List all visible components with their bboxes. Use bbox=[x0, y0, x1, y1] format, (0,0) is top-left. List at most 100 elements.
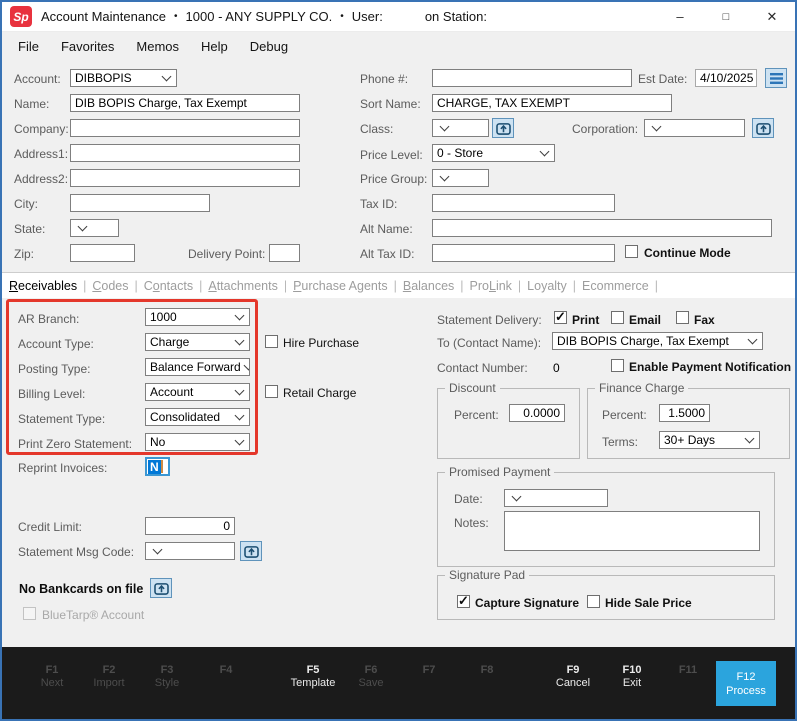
retail-charge-checkbox[interactable] bbox=[265, 385, 278, 398]
est-date-label: Est Date: bbox=[638, 72, 687, 86]
tab-contacts[interactable]: Contacts bbox=[144, 279, 209, 293]
discount-percent-field[interactable]: 0.0000 bbox=[509, 404, 565, 422]
statement-type-select[interactable]: Consolidated bbox=[145, 408, 250, 426]
name-field[interactable]: DIB BOPIS Charge, Tax Exempt bbox=[70, 94, 300, 112]
delivery-point-label: Delivery Point: bbox=[188, 247, 265, 261]
delivery-point-field[interactable] bbox=[269, 244, 300, 262]
fkey-f7: F7 bbox=[398, 664, 460, 677]
alt-tax-id-field[interactable] bbox=[432, 244, 615, 262]
fkey-label: F10 bbox=[601, 664, 663, 677]
tab-prolink[interactable]: ProLink bbox=[470, 279, 528, 293]
hide-sale-price-checkbox[interactable] bbox=[587, 595, 600, 608]
city-label: City: bbox=[14, 197, 38, 211]
box-up-arrow-icon bbox=[154, 582, 169, 595]
to-contact-name-select[interactable]: DIB BOPIS Charge, Tax Exempt bbox=[552, 332, 763, 350]
tab-receivables[interactable]: Receivables bbox=[9, 279, 92, 293]
close-button[interactable]: ✕ bbox=[749, 2, 795, 31]
fkey-f12-process-button[interactable]: F12 Process bbox=[716, 661, 776, 706]
state-select[interactable] bbox=[70, 219, 119, 237]
menu-favorites[interactable]: Favorites bbox=[50, 39, 125, 54]
contact-number-value: 0 bbox=[553, 361, 560, 375]
finance-percent-label: Percent: bbox=[602, 408, 647, 422]
fax-checkbox[interactable] bbox=[676, 311, 689, 324]
city-field[interactable] bbox=[70, 194, 210, 212]
fkey-action: Exit bbox=[601, 677, 663, 690]
tax-id-field[interactable] bbox=[432, 194, 615, 212]
class-lookup-button[interactable] bbox=[492, 118, 514, 138]
zip-field[interactable] bbox=[70, 244, 135, 262]
tab-strip: Receivables Codes Contacts Attachments P… bbox=[2, 272, 795, 298]
phone-field[interactable] bbox=[432, 69, 632, 87]
fkey-f5-template[interactable]: F5 Template bbox=[282, 664, 344, 690]
print-checkbox[interactable] bbox=[554, 311, 567, 324]
email-checkbox[interactable] bbox=[611, 311, 624, 324]
title-bullet-icon: • bbox=[340, 11, 344, 22]
price-group-select[interactable] bbox=[432, 169, 489, 187]
finance-percent-field[interactable]: 1.5000 bbox=[659, 404, 710, 422]
finance-terms-select[interactable]: 30+ Days bbox=[659, 431, 760, 449]
promised-notes-textarea[interactable] bbox=[504, 511, 760, 551]
fkey-label: F4 bbox=[195, 664, 257, 677]
fkey-action: Template bbox=[282, 677, 344, 690]
continue-mode-checkbox[interactable] bbox=[625, 245, 638, 258]
tab-attachments[interactable]: Attachments bbox=[208, 279, 293, 293]
credit-limit-label: Credit Limit: bbox=[18, 520, 82, 534]
menu-file[interactable]: File bbox=[7, 39, 50, 54]
corporation-select[interactable] bbox=[644, 119, 745, 137]
address1-field[interactable] bbox=[70, 144, 300, 162]
corporation-lookup-button[interactable] bbox=[752, 118, 774, 138]
fax-checkbox-label: Fax bbox=[694, 313, 715, 327]
fkey-f1-next: F1 Next bbox=[21, 664, 83, 690]
promised-date-select[interactable] bbox=[504, 489, 608, 507]
minimize-button[interactable]: – bbox=[657, 2, 703, 31]
billing-level-select[interactable]: Account bbox=[145, 383, 250, 401]
fkey-f6-save: F6 Save bbox=[340, 664, 402, 690]
statement-type-label: Statement Type: bbox=[18, 412, 105, 426]
menu-memos[interactable]: Memos bbox=[125, 39, 190, 54]
fkey-action: Save bbox=[340, 677, 402, 690]
ar-branch-label: AR Branch: bbox=[18, 312, 79, 326]
est-date-field[interactable]: 4/10/2025 bbox=[695, 69, 757, 87]
menu-hamburger-button[interactable] bbox=[765, 68, 787, 88]
continue-mode-label: Continue Mode bbox=[644, 246, 731, 260]
fkey-f9-cancel[interactable]: F9 Cancel bbox=[542, 664, 604, 690]
reprint-invoices-input[interactable]: N bbox=[145, 457, 170, 476]
company-field[interactable] bbox=[70, 119, 300, 137]
fkey-label: F3 bbox=[136, 664, 198, 677]
class-select[interactable] bbox=[432, 119, 489, 137]
account-type-select[interactable]: Charge bbox=[145, 333, 250, 351]
fkey-f10-exit[interactable]: F10 Exit bbox=[601, 664, 663, 690]
email-checkbox-label: Email bbox=[629, 313, 661, 327]
maximize-button[interactable]: □ bbox=[703, 2, 749, 31]
statement-msg-code-select[interactable] bbox=[145, 542, 235, 560]
address2-field[interactable] bbox=[70, 169, 300, 187]
account-select[interactable]: DIBBOPIS bbox=[70, 69, 177, 87]
price-level-select[interactable]: 0 - Store bbox=[432, 144, 555, 162]
text-caret bbox=[161, 460, 163, 473]
account-label: Account: bbox=[14, 72, 61, 86]
posting-type-select[interactable]: Balance Forward bbox=[145, 358, 250, 376]
menu-help[interactable]: Help bbox=[190, 39, 239, 54]
tab-balances[interactable]: Balances bbox=[403, 279, 470, 293]
capture-signature-checkbox[interactable] bbox=[457, 595, 470, 608]
tab-purchase-agents[interactable]: Purchase Agents bbox=[293, 279, 403, 293]
fkey-label: F8 bbox=[456, 664, 518, 677]
tab-codes[interactable]: Codes bbox=[92, 279, 143, 293]
capture-signature-label: Capture Signature bbox=[475, 596, 579, 610]
tab-loyalty[interactable]: Loyalty bbox=[527, 279, 582, 293]
menu-debug[interactable]: Debug bbox=[239, 39, 299, 54]
credit-limit-field[interactable]: 0 bbox=[145, 517, 235, 535]
alt-name-field[interactable] bbox=[432, 219, 772, 237]
company-label: Company: bbox=[14, 122, 69, 136]
enable-payment-notification-label: Enable Payment Notification bbox=[629, 360, 791, 374]
print-zero-statement-select[interactable]: No bbox=[145, 433, 250, 451]
account-type-label: Account Type: bbox=[18, 337, 94, 351]
tab-ecommerce[interactable]: Ecommerce bbox=[582, 279, 664, 293]
enable-payment-notification-checkbox[interactable] bbox=[611, 359, 624, 372]
ar-branch-select[interactable]: 1000 bbox=[145, 308, 250, 326]
no-bankcards-note: No Bankcards on file bbox=[19, 582, 143, 596]
statement-msg-code-lookup-button[interactable] bbox=[240, 541, 262, 561]
hire-purchase-checkbox[interactable] bbox=[265, 335, 278, 348]
bankcards-button[interactable] bbox=[150, 578, 172, 598]
sort-name-field[interactable]: CHARGE, TAX EXEMPT bbox=[432, 94, 672, 112]
